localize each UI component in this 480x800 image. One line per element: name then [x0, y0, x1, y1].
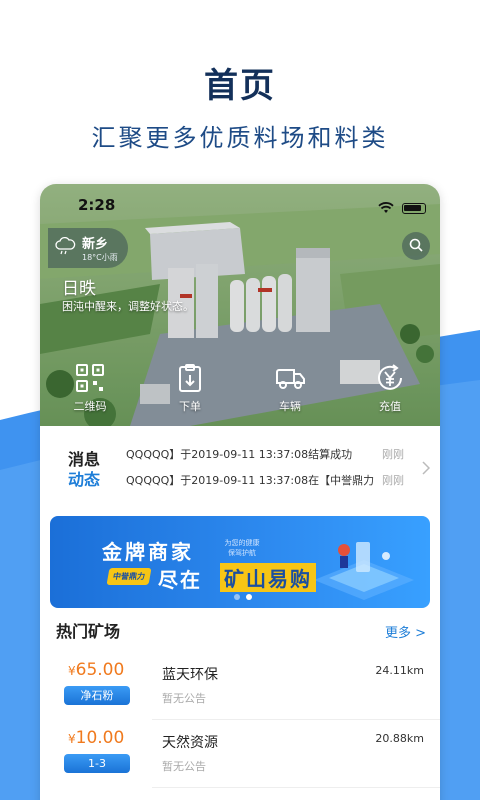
- quick-action-truck[interactable]: 车辆: [250, 362, 330, 422]
- more-link[interactable]: 更多 >: [385, 622, 426, 641]
- status-icons: [378, 199, 426, 218]
- divider: [152, 787, 440, 788]
- news-item[interactable]: QQQQQ】于2019-09-11 13:37:08在【中誉鼎力: [126, 468, 376, 494]
- carousel-dots: [234, 594, 252, 600]
- battery-icon: [402, 203, 426, 214]
- mine-distance: 24.11km: [375, 664, 424, 677]
- mine-notice: 暂无公告: [162, 760, 206, 773]
- weather-widget[interactable]: 新乡 18°C小雨: [48, 228, 128, 268]
- material-tag: 净石粉: [64, 686, 130, 705]
- quick-action-label: 车辆: [279, 400, 301, 413]
- banner-line-highlight: 矿山易购: [220, 563, 316, 592]
- mine-price: ¥10.00: [68, 728, 124, 748]
- truck-icon: [274, 362, 306, 394]
- promo-banner[interactable]: 金牌商家 为您的健康 保驾护航 中誉鼎力 尽在 矿山易购: [50, 516, 430, 608]
- search-icon: [409, 237, 423, 256]
- news-item[interactable]: QQQQQ】于2019-09-11 13:37:08结算成功: [126, 442, 376, 468]
- mine-name: 天然资源: [162, 735, 218, 751]
- news-label-line1: 消息: [67, 450, 100, 469]
- news-list: QQQQQ】于2019-09-11 13:37:08结算成功 QQQQQ】于20…: [126, 442, 376, 494]
- banner-tag: 中誉鼎力: [106, 568, 152, 585]
- news-label-line2: 动态: [67, 470, 100, 489]
- recharge-icon: [374, 362, 406, 394]
- price-value: 10.00: [75, 728, 125, 748]
- divider: [152, 719, 440, 720]
- quick-action-label: 充值: [379, 400, 401, 413]
- quick-action-recharge[interactable]: 充值: [350, 362, 430, 422]
- weather-temp: 18°C小雨: [82, 253, 118, 262]
- chevron-right-icon[interactable]: [422, 460, 431, 479]
- quick-action-label: 下单: [179, 400, 201, 413]
- news-ticker[interactable]: 消息 动态 QQQQQ】于2019-09-11 13:37:08结算成功 QQQ…: [40, 434, 440, 502]
- hero-line: 困沌中醒来，调整好状态。: [62, 300, 194, 313]
- mine-price: ¥65.00: [68, 660, 124, 680]
- mine-list-item[interactable]: ¥65.00 净石粉 蓝天环保 24.11km 暂无公告: [40, 654, 440, 720]
- news-time: 刚刚: [382, 474, 404, 487]
- phone-screen: 2:28 新乡 18°C小雨 日昳 困沌中醒来，调整好状态。 二维码 下单 车辆…: [40, 184, 440, 800]
- news-time: 刚刚: [382, 448, 404, 461]
- quick-action-order[interactable]: 下单: [150, 362, 230, 422]
- promo-title: 首页: [204, 66, 276, 106]
- mine-distance: 20.88km: [375, 732, 424, 745]
- mine-name: 蓝天环保: [162, 667, 218, 683]
- mine-notice: 暂无公告: [162, 692, 206, 705]
- material-tag: 1-3: [64, 754, 130, 773]
- hot-mines-title: 热门矿场: [56, 622, 121, 641]
- currency-symbol: ¥: [68, 664, 76, 678]
- price-value: 65.00: [75, 660, 125, 680]
- quick-actions: 二维码 下单 车辆 充值: [40, 362, 440, 422]
- currency-symbol: ¥: [68, 732, 76, 746]
- wifi-icon: [378, 199, 394, 218]
- quick-action-label: 二维码: [73, 400, 107, 413]
- quick-action-qrcode[interactable]: 二维码: [50, 362, 130, 422]
- qrcode-icon: [74, 362, 106, 394]
- banner-line-prefix: 尽在: [158, 568, 202, 592]
- hero-banner: 2:28 新乡 18°C小雨 日昳 困沌中醒来，调整好状态。 二维码 下单 车辆…: [40, 184, 440, 426]
- mine-list-item[interactable]: ¥10.00 1-3 天然资源 20.88km 暂无公告: [40, 722, 440, 788]
- cloud-rain-icon: [54, 236, 76, 259]
- status-time: 2:28: [78, 196, 116, 214]
- promo-subtitle: 汇聚更多优质料场和料类: [91, 124, 389, 152]
- weather-city: 新乡: [82, 237, 109, 252]
- carousel-dot[interactable]: [234, 594, 240, 600]
- banner-headline: 金牌商家: [102, 540, 194, 564]
- news-times: 刚刚 刚刚: [382, 442, 404, 494]
- order-icon: [174, 362, 206, 394]
- search-button[interactable]: [402, 232, 430, 260]
- banner-slogan: 为您的健康 保驾护航: [224, 539, 260, 557]
- carousel-dot-active[interactable]: [246, 594, 252, 600]
- news-label: 消息 动态: [60, 450, 108, 490]
- hero-title: 日昳: [62, 279, 96, 299]
